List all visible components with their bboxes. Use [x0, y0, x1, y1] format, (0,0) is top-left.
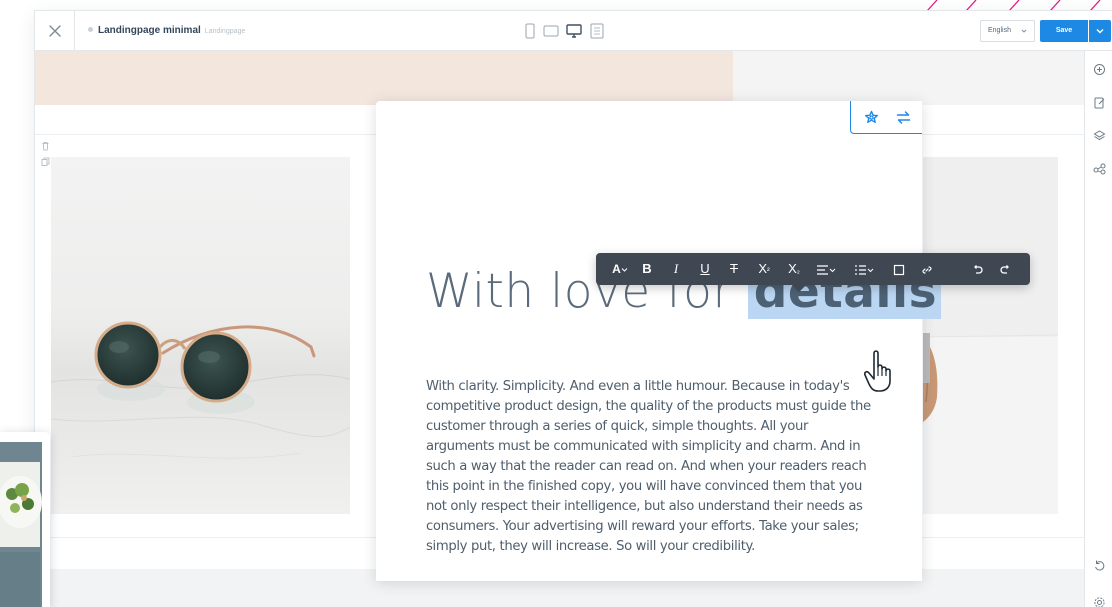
product-image-right[interactable] [923, 157, 1058, 514]
font-style-button[interactable]: A [606, 253, 634, 285]
layers-icon[interactable] [1093, 129, 1106, 142]
edit-icon[interactable] [1093, 96, 1106, 109]
close-icon [49, 25, 61, 37]
font-glyph: A [612, 262, 621, 276]
status-dot [88, 27, 93, 32]
language-select[interactable]: English [980, 20, 1035, 42]
redo-button[interactable] [995, 253, 1017, 285]
add-circle-icon[interactable] [1093, 63, 1106, 76]
page-icon[interactable] [589, 23, 605, 39]
hero-banner-side [733, 51, 1084, 105]
redo-icon [1000, 264, 1009, 274]
subscript-button[interactable]: X₂ [782, 253, 806, 285]
superscript-button[interactable]: X² [752, 253, 776, 285]
save-options-button[interactable] [1089, 20, 1111, 42]
subscript-glyph: X [788, 261, 797, 276]
right-sidebar [1084, 51, 1112, 607]
top-toolbar: Landingpage minimalLandingpage English [35, 11, 1112, 51]
tablet-icon[interactable] [543, 23, 559, 39]
desktop-icon[interactable] [566, 23, 582, 39]
share-icon[interactable] [1093, 162, 1106, 175]
sunglasses-image[interactable] [51, 157, 350, 514]
swap-icon[interactable] [895, 109, 912, 126]
preview-thumbnail [0, 442, 42, 607]
chevron-down-icon [1021, 29, 1027, 33]
template-preview-card[interactable] [0, 432, 50, 607]
link-button[interactable] [916, 253, 938, 285]
list-button[interactable] [850, 253, 878, 285]
strikethrough-button[interactable]: T [723, 253, 745, 285]
block-actions [850, 101, 922, 134]
close-button[interactable] [35, 11, 75, 51]
italic-button[interactable]: I [665, 253, 687, 285]
undo-icon[interactable] [1093, 559, 1106, 572]
flower-icon[interactable] [863, 109, 880, 126]
list-icon [855, 264, 874, 275]
salad-image [0, 462, 42, 607]
link-icon [922, 265, 932, 274]
hero-banner [35, 51, 733, 105]
mobile-icon[interactable] [525, 23, 535, 39]
square-icon [893, 264, 905, 275]
page-type: Landingpage [204, 28, 246, 35]
language-value: English [988, 27, 1011, 34]
superscript-mark: ² [767, 266, 770, 275]
align-button[interactable] [812, 253, 840, 285]
underline-button[interactable]: U [694, 253, 716, 285]
page-name: Landingpage minimal [98, 25, 201, 36]
save-button[interactable]: Save [1040, 20, 1088, 42]
trash-icon[interactable] [41, 141, 50, 151]
page-title: Landingpage minimal Landingpage [88, 25, 245, 36]
hand-cursor-icon [864, 350, 891, 392]
chevron-down-icon [621, 268, 628, 272]
rich-text-toolbar: A B I U T X² X₂ [596, 253, 1030, 285]
undo-icon [974, 264, 983, 274]
body-paragraph[interactable]: With clarity. Simplicity. And even a lit… [426, 377, 876, 557]
editor-window: Landingpage minimalLandingpage English [35, 11, 1112, 607]
box-button[interactable] [888, 253, 910, 285]
block-tools [41, 141, 51, 167]
bold-button[interactable]: B [636, 253, 658, 285]
text-block-card[interactable]: With love for details With clarity. Simp… [376, 101, 942, 581]
settings-icon[interactable] [1093, 596, 1106, 607]
align-left-icon [817, 264, 836, 275]
superscript-glyph: X [758, 261, 767, 276]
chevron-down-icon [1096, 29, 1104, 34]
undo-button[interactable] [966, 253, 988, 285]
copy-icon[interactable] [41, 157, 50, 167]
subscript-mark: ₂ [796, 266, 800, 275]
